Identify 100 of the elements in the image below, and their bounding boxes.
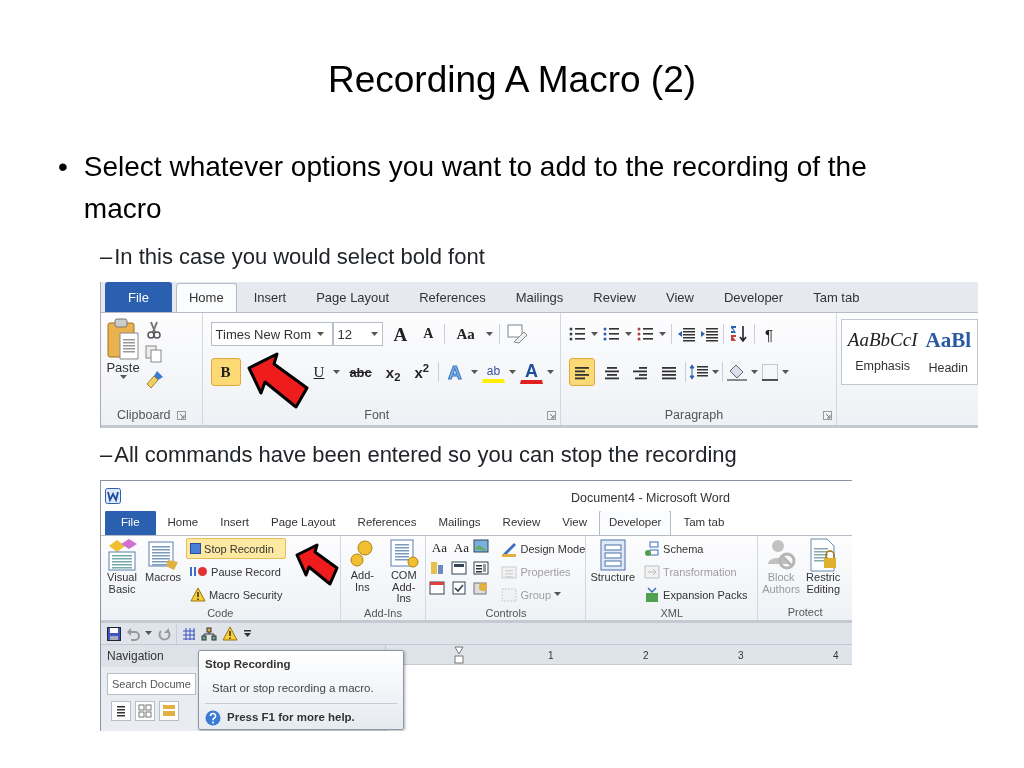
- ribbon-tab[interactable]: Insert: [210, 510, 259, 536]
- indent-marker-icon[interactable]: [454, 646, 464, 665]
- stop-recording-button[interactable]: Stop Recordin: [186, 538, 287, 560]
- bullet-icon: •: [58, 146, 68, 231]
- search-field[interactable]: Search Docume: [107, 673, 196, 696]
- ribbon-tab[interactable]: References: [406, 282, 499, 313]
- caret-icon[interactable]: [485, 331, 493, 337]
- ribbon-tab[interactable]: Tam tab: [800, 282, 873, 313]
- ribbon-tab[interactable]: Review: [492, 510, 551, 536]
- customize-toolbar-icon[interactable]: [243, 629, 252, 638]
- combo-box-icon[interactable]: [451, 560, 468, 577]
- script-button[interactable]: x$_{2}$: [380, 358, 406, 387]
- multilevel-list-icon[interactable]: [637, 326, 655, 343]
- clear-formatting-icon[interactable]: [505, 324, 528, 345]
- paste-button[interactable]: Paste: [105, 317, 141, 406]
- caret-icon[interactable]: [782, 369, 790, 375]
- caret-icon[interactable]: [509, 369, 517, 375]
- expansion-packs-button[interactable]: Expansion Packs: [640, 584, 752, 606]
- caret-icon[interactable]: [333, 369, 341, 375]
- font-size-field[interactable]: 12: [332, 322, 383, 347]
- caret-icon[interactable]: [751, 369, 759, 375]
- font-name-field[interactable]: Times New Rom: [210, 322, 333, 347]
- restrict-editing-button[interactable]: Restric Editing: [805, 538, 842, 605]
- numbering-icon[interactable]: [603, 326, 621, 343]
- grid-icon[interactable]: [182, 626, 196, 641]
- ribbon-tab[interactable]: Home: [157, 510, 209, 536]
- ribbon-tab[interactable]: Insert: [240, 282, 300, 313]
- pause-recording-button[interactable]: Pause Record: [186, 561, 287, 583]
- caret-icon[interactable]: [317, 331, 325, 337]
- highlight-button[interactable]: ab: [481, 361, 506, 384]
- ribbon-tab[interactable]: References: [347, 510, 427, 536]
- headings-tab[interactable]: [111, 701, 131, 722]
- diagram-icon[interactable]: [201, 626, 217, 641]
- style-preset[interactable]: AaBl Headin: [925, 330, 971, 375]
- date-picker-icon[interactable]: [429, 580, 446, 597]
- caret-icon[interactable]: [659, 331, 667, 337]
- change-case-button[interactable]: Aa: [451, 320, 480, 349]
- caret-icon[interactable]: [591, 331, 599, 337]
- picture-control-icon[interactable]: [473, 538, 490, 555]
- warning-icon[interactable]: [222, 626, 238, 642]
- rich-text-control-button[interactable]: Aa: [429, 538, 450, 557]
- visual-basic-button[interactable]: Visual Basic: [104, 538, 140, 606]
- borders-icon[interactable]: [761, 363, 780, 382]
- structure-button[interactable]: Structure: [589, 538, 637, 606]
- caret-icon[interactable]: [370, 331, 378, 337]
- design-mode-button[interactable]: Design Mode: [497, 538, 590, 560]
- strikethrough-button[interactable]: abc: [344, 358, 377, 387]
- ribbon-tab[interactable]: File: [105, 282, 172, 313]
- schema-button[interactable]: Schema: [640, 538, 752, 560]
- ruler-number: 3: [738, 649, 744, 664]
- font-color-button[interactable]: A: [520, 360, 544, 385]
- checkbox-control-icon[interactable]: [451, 580, 468, 597]
- page-thumbnails-tab[interactable]: [135, 701, 155, 722]
- line-spacing-icon[interactable]: [689, 364, 710, 381]
- add-ins-button[interactable]: Add-Ins: [343, 538, 381, 606]
- underline-button[interactable]: U: [308, 358, 330, 387]
- caret-icon[interactable]: [547, 369, 555, 375]
- com-add-ins-button[interactable]: COM Add-Ins: [385, 538, 423, 606]
- ribbon-tab[interactable]: View: [652, 282, 707, 313]
- macro-security-button[interactable]: Macro Security: [186, 584, 287, 606]
- caret-icon[interactable]: [625, 331, 633, 337]
- caret-icon[interactable]: [119, 375, 127, 381]
- ribbon-tab[interactable]: Developer: [710, 282, 797, 313]
- ribbon-tab[interactable]: Tam tab: [673, 510, 735, 536]
- list-box-icon[interactable]: [473, 560, 490, 577]
- app-icon[interactable]: [105, 488, 121, 505]
- ribbon-tab[interactable]: View: [552, 510, 597, 536]
- macros-button[interactable]: Macros: [144, 538, 183, 606]
- ribbon-tab[interactable]: Developer: [599, 510, 672, 536]
- ribbon-tab[interactable]: Mailings: [502, 282, 577, 313]
- bold-button[interactable]: B: [210, 358, 241, 387]
- grow-font-button[interactable]: A: [388, 320, 413, 349]
- ribbon-tab[interactable]: File: [105, 510, 156, 536]
- decrease-indent-icon[interactable]: [677, 326, 696, 343]
- style-preset[interactable]: AaBbCcI Emphasis: [847, 330, 918, 375]
- ribbon-tab[interactable]: Page Layout: [261, 510, 346, 536]
- building-block-icon[interactable]: [429, 560, 446, 577]
- plain-text-control-button[interactable]: Aa: [451, 538, 472, 557]
- bullets-icon[interactable]: [569, 326, 587, 343]
- caret-icon[interactable]: [470, 369, 478, 375]
- dialog-launcher-icon[interactable]: [822, 410, 832, 420]
- shading-icon[interactable]: [726, 363, 749, 382]
- save-icon[interactable]: [107, 626, 121, 641]
- ribbon-tab[interactable]: Page Layout: [303, 282, 403, 313]
- dialog-launcher-icon[interactable]: [176, 410, 186, 420]
- transformation-icon: [644, 563, 661, 580]
- dialog-launcher-icon[interactable]: [547, 410, 557, 420]
- brush-icon[interactable]: [145, 369, 165, 390]
- increase-indent-icon[interactable]: [700, 326, 719, 343]
- caret-icon[interactable]: [712, 369, 720, 375]
- script-button[interactable]: x$^{2}$: [409, 358, 434, 387]
- caret-icon[interactable]: [145, 631, 152, 637]
- ribbon-tab[interactable]: Review: [580, 282, 649, 313]
- ribbon-tab[interactable]: Home: [175, 282, 237, 313]
- sort-icon[interactable]: [729, 325, 750, 344]
- pilcrow-button[interactable]: ¶: [760, 320, 779, 349]
- ribbon-tab[interactable]: Mailings: [428, 510, 491, 536]
- shrink-font-button[interactable]: A: [418, 320, 439, 349]
- scissors-icon[interactable]: [145, 321, 163, 340]
- align-button[interactable]: [569, 358, 596, 387]
